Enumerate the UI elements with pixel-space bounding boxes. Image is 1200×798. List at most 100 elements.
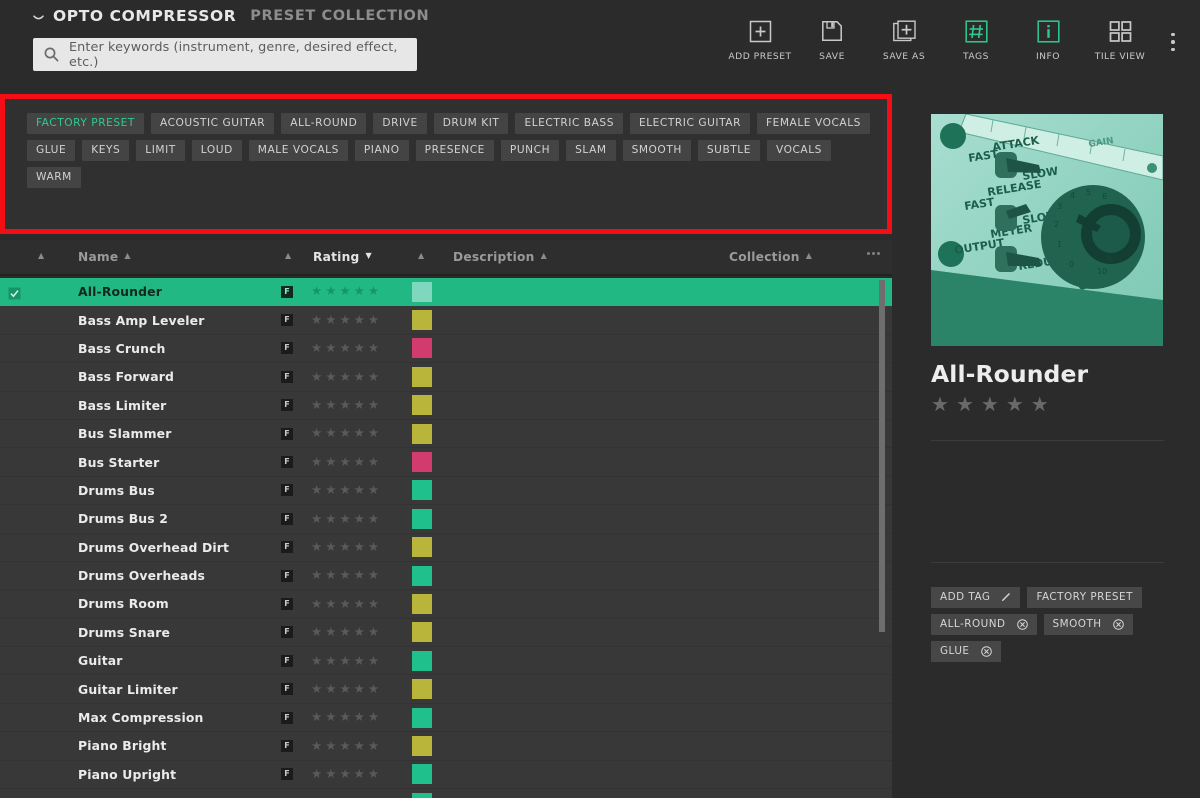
star-icon[interactable]: ★ [368, 626, 379, 639]
star-icon[interactable]: ★ [368, 285, 379, 298]
tag-filter-chip[interactable]: ALL-ROUND [281, 113, 367, 135]
tile-view-button[interactable]: TILE VIEW [1084, 18, 1156, 62]
table-row[interactable]: Drums Snare F ★ ★ ★ ★ ★ [0, 619, 892, 648]
row-color-swatch[interactable] [412, 735, 432, 756]
row-rating[interactable]: ★ ★ ★ ★ ★ [311, 285, 379, 298]
star-icon[interactable]: ★ [339, 711, 350, 724]
star-icon[interactable]: ★ [368, 313, 379, 327]
star-icon[interactable]: ★ [311, 654, 322, 668]
detail-rating[interactable]: ★ ★ ★ ★ ★ [931, 394, 1049, 414]
star-icon[interactable]: ★ [354, 626, 365, 639]
row-rating[interactable]: ★ ★ ★ ★ ★ [311, 569, 379, 582]
star-icon[interactable]: ★ [354, 597, 365, 611]
tag-filter-chip[interactable]: LIMIT [136, 140, 185, 162]
detail-tag-factory-preset[interactable]: FACTORY PRESET [1027, 587, 1142, 608]
star-icon[interactable]: ★ [325, 313, 336, 327]
tag-filter-chip[interactable]: DRIVE [373, 113, 427, 135]
star-icon[interactable]: ★ [325, 342, 336, 355]
preset-list[interactable]: All-Rounder F ★ ★ ★ ★ ★ Bass Amp Leveler F ★ ★ ★ ★ ★ B… [0, 278, 892, 798]
table-row[interactable]: Bass Forward F ★ ★ ★ ★ ★ [0, 363, 892, 392]
star-icon[interactable]: ★ [325, 540, 336, 554]
tag-filter-chip[interactable]: ACOUSTIC GUITAR [150, 113, 275, 135]
tag-filter-chip[interactable]: PIANO [354, 140, 409, 162]
table-row[interactable]: Drums Overheads F ★ ★ ★ ★ ★ [0, 562, 892, 591]
star-icon[interactable]: ★ [311, 682, 322, 696]
tag-filter-chip[interactable]: SUBTLE [697, 140, 760, 162]
table-row[interactable]: Drums Room F ★ ★ ★ ★ ★ [0, 590, 892, 619]
star-icon[interactable]: ★ [311, 768, 322, 781]
star-icon[interactable]: ★ [354, 484, 365, 497]
star-icon[interactable]: ★ [354, 768, 365, 781]
star-icon[interactable]: ★ [354, 285, 365, 298]
row-rating[interactable]: ★ ★ ★ ★ ★ [311, 455, 379, 469]
star-icon[interactable]: ★ [1006, 394, 1024, 414]
star-icon[interactable]: ★ [311, 342, 322, 355]
star-icon[interactable]: ★ [339, 342, 350, 355]
table-row[interactable]: Drums Bus 2 F ★ ★ ★ ★ ★ [0, 505, 892, 534]
row-color-swatch[interactable] [412, 622, 432, 643]
add-preset-button[interactable]: ADD PRESET [724, 18, 796, 62]
row-color-swatch[interactable] [412, 281, 432, 302]
star-icon[interactable]: ★ [311, 711, 322, 724]
star-icon[interactable]: ★ [311, 427, 322, 440]
star-icon[interactable]: ★ [339, 626, 350, 639]
star-icon[interactable]: ★ [325, 427, 336, 440]
row-rating[interactable]: ★ ★ ★ ★ ★ [311, 654, 379, 668]
kebab-menu-icon[interactable] [1158, 20, 1188, 64]
table-row[interactable]: Guitar F ★ ★ ★ ★ ★ [0, 647, 892, 676]
row-rating[interactable]: ★ ★ ★ ★ ★ [311, 512, 379, 526]
star-icon[interactable]: ★ [339, 682, 350, 696]
star-icon[interactable]: ★ [339, 455, 350, 469]
row-color-swatch[interactable] [412, 452, 432, 473]
row-color-swatch[interactable] [412, 508, 432, 529]
star-icon[interactable]: ★ [339, 597, 350, 611]
star-icon[interactable]: ★ [354, 654, 365, 668]
star-icon[interactable]: ★ [339, 654, 350, 668]
star-icon[interactable]: ★ [311, 739, 322, 753]
star-icon[interactable]: ★ [325, 569, 336, 582]
column-options-icon[interactable] [866, 252, 880, 255]
star-icon[interactable]: ★ [368, 398, 379, 412]
star-icon[interactable]: ★ [311, 512, 322, 526]
table-row[interactable]: Guitar Limiter F ★ ★ ★ ★ ★ [0, 675, 892, 704]
table-row[interactable]: Drums Overhead Dirt F ★ ★ ★ ★ ★ [0, 534, 892, 562]
star-icon[interactable]: ★ [354, 455, 365, 469]
star-icon[interactable]: ★ [368, 597, 379, 611]
star-icon[interactable]: ★ [339, 398, 350, 412]
star-icon[interactable]: ★ [368, 540, 379, 554]
tag-filter-chip[interactable]: DRUM KIT [433, 113, 509, 135]
star-icon[interactable]: ★ [311, 597, 322, 611]
star-icon[interactable]: ★ [311, 285, 322, 298]
star-icon[interactable]: ★ [325, 626, 336, 639]
star-icon[interactable]: ★ [354, 512, 365, 526]
star-icon[interactable]: ★ [368, 455, 379, 469]
tag-filter-chip[interactable]: VOCALS [766, 140, 831, 162]
row-color-swatch[interactable] [412, 366, 432, 387]
star-icon[interactable]: ★ [354, 398, 365, 412]
info-button[interactable]: INFO [1012, 18, 1084, 62]
star-icon[interactable]: ★ [368, 569, 379, 582]
star-icon[interactable]: ★ [325, 285, 336, 298]
save-button[interactable]: SAVE [796, 18, 868, 62]
row-rating[interactable]: ★ ★ ★ ★ ★ [311, 682, 379, 696]
star-icon[interactable]: ★ [325, 398, 336, 412]
star-icon[interactable]: ★ [339, 427, 350, 440]
column-header-description[interactable]: Description ▲ [453, 240, 547, 274]
row-color-swatch[interactable] [412, 650, 432, 671]
star-icon[interactable]: ★ [981, 394, 999, 414]
row-color-swatch[interactable] [412, 565, 432, 586]
star-icon[interactable]: ★ [339, 313, 350, 327]
row-rating[interactable]: ★ ★ ★ ★ ★ [311, 370, 379, 384]
tag-filter-chip[interactable]: ELECTRIC GUITAR [629, 113, 750, 135]
row-rating[interactable]: ★ ★ ★ ★ ★ [311, 313, 379, 327]
table-row[interactable]: Max Compression F ★ ★ ★ ★ ★ [0, 704, 892, 733]
row-rating[interactable]: ★ ★ ★ ★ ★ [311, 626, 379, 639]
star-icon[interactable]: ★ [311, 313, 322, 327]
star-icon[interactable]: ★ [325, 768, 336, 781]
star-icon[interactable]: ★ [354, 739, 365, 753]
star-icon[interactable]: ★ [368, 654, 379, 668]
circle-x-icon[interactable] [1112, 619, 1124, 630]
star-icon[interactable]: ★ [368, 739, 379, 753]
star-icon[interactable]: ★ [325, 682, 336, 696]
star-icon[interactable]: ★ [325, 512, 336, 526]
